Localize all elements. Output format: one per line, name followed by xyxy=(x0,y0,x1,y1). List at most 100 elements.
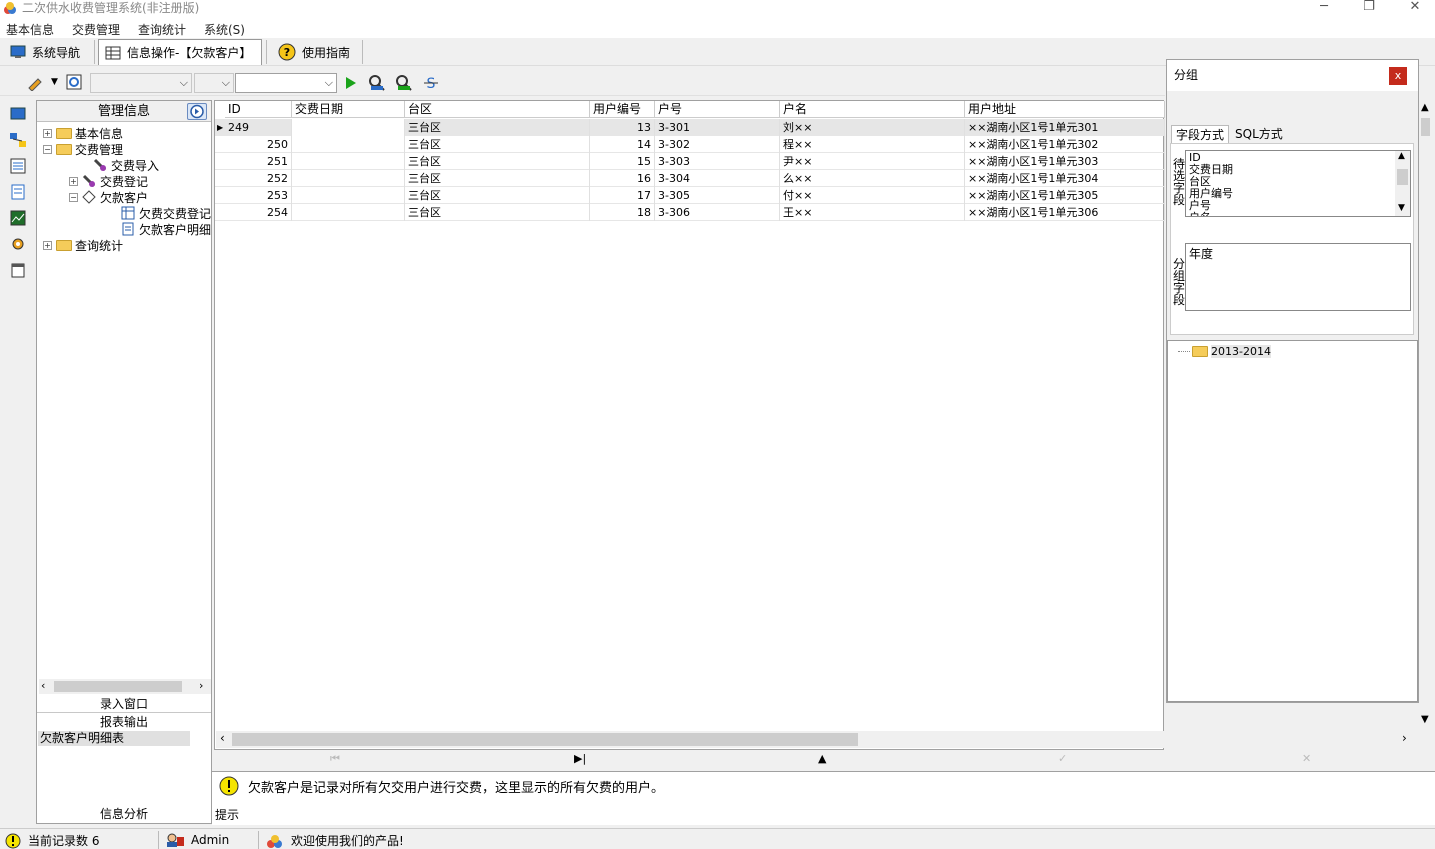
vertical-scrollbar[interactable]: ▲ ▼ xyxy=(1417,100,1434,731)
tab-sql-mode[interactable]: SQL方式 xyxy=(1231,125,1287,143)
dropdown-arrow-icon[interactable]: ▼ xyxy=(51,77,58,87)
cell-id[interactable]: 253 xyxy=(225,187,292,204)
cell-id[interactable]: 250 xyxy=(225,136,292,153)
column-header-area[interactable]: 台区 xyxy=(405,101,590,118)
table-row[interactable]: 250 三台区 14 3-302 程×× ××湖南小区1号1单元302 xyxy=(215,136,1165,153)
table-row[interactable]: 254 三台区 18 3-306 王×× ××湖南小区1号1单元306 xyxy=(215,204,1165,221)
field-item[interactable]: 用户编号 xyxy=(1189,188,1407,200)
pending-fields-list[interactable]: ID交费日期台区用户编号户号户名 ▲ ▼ xyxy=(1185,150,1411,217)
tree-node-arrears-register[interactable]: 欠费交费登记 xyxy=(121,205,211,221)
table-row[interactable]: 251 三台区 15 3-303 尹×× ××湖南小区1号1单元303 xyxy=(215,153,1165,170)
cell-id[interactable]: 251 xyxy=(225,153,292,170)
tree-node-payment-import[interactable]: 交费导入 xyxy=(93,157,159,173)
tree-node-payment-register[interactable]: + 交费登记 xyxy=(69,173,148,189)
nav-horizontal-scrollbar[interactable]: ‹ › xyxy=(39,679,211,694)
cell-date[interactable] xyxy=(292,153,405,170)
cell-no[interactable]: 13 xyxy=(590,119,655,136)
cell-date[interactable] xyxy=(292,119,405,136)
cell-addr[interactable]: ××湖南小区1号1单元305 xyxy=(965,187,1165,204)
group-field-item[interactable]: 年度 xyxy=(1189,245,1407,262)
pencil-icon[interactable] xyxy=(26,75,44,91)
scroll-thumb[interactable] xyxy=(1397,169,1408,185)
cell-unit[interactable]: 3-303 xyxy=(655,153,780,170)
menu-query[interactable]: 查询统计 xyxy=(138,21,186,38)
column-header-name[interactable]: 户名 xyxy=(780,101,965,118)
cell-area[interactable]: 三台区 xyxy=(405,187,590,204)
chevron-down-icon[interactable]: ▼ xyxy=(1398,203,1405,213)
last-record-icon[interactable]: ▶| xyxy=(574,752,586,765)
cell-area[interactable]: 三台区 xyxy=(405,204,590,221)
cell-date[interactable] xyxy=(292,136,405,153)
cell-addr[interactable]: ××湖南小区1号1单元303 xyxy=(965,153,1165,170)
cell-addr[interactable]: ××湖南小区1号1单元306 xyxy=(965,204,1165,221)
scroll-thumb[interactable] xyxy=(232,733,858,746)
group-tree-node[interactable]: 2013-2014 xyxy=(1178,343,1271,359)
report-item-arrears-detail[interactable]: 欠款客户明细表 xyxy=(38,731,190,746)
scroll-thumb[interactable] xyxy=(54,681,182,692)
cell-no[interactable]: 14 xyxy=(590,136,655,153)
cell-unit[interactable]: 3-305 xyxy=(655,187,780,204)
field-item[interactable]: 户号 xyxy=(1189,200,1407,212)
collapse-icon[interactable]: − xyxy=(43,144,52,154)
tree-node-arrears-detail[interactable]: 欠款客户明细 xyxy=(121,221,211,237)
group-fields-list[interactable]: 年度 xyxy=(1185,243,1411,311)
cell-addr[interactable]: ××湖南小区1号1单元302 xyxy=(965,136,1165,153)
cell-no[interactable]: 18 xyxy=(590,204,655,221)
menu-system[interactable]: 系统(S) xyxy=(204,21,245,38)
menu-basic-info[interactable]: 基本信息 xyxy=(6,21,54,38)
cell-id[interactable]: 249 xyxy=(225,119,292,136)
expand-icon[interactable]: + xyxy=(43,240,52,250)
field-item[interactable]: 交费日期 xyxy=(1189,164,1407,176)
chevron-up-icon[interactable]: ▲ xyxy=(1398,151,1405,161)
expand-icon[interactable]: + xyxy=(69,176,78,186)
tree-node-payment[interactable]: − 交费管理 xyxy=(43,141,123,157)
refresh-icon[interactable]: S xyxy=(422,74,440,92)
column-header-id[interactable]: ID xyxy=(225,101,292,118)
printer-icon[interactable] xyxy=(9,262,27,278)
chevron-right-icon[interactable]: › xyxy=(1402,731,1407,745)
operator-select[interactable]: ⌵ xyxy=(194,73,234,93)
list-scrollbar[interactable]: ▲ ▼ xyxy=(1395,151,1410,216)
tree-node-arrears[interactable]: − 欠款客户 xyxy=(69,189,148,205)
minimize-button[interactable]: ─ xyxy=(1309,0,1339,14)
run-icon[interactable] xyxy=(344,76,358,90)
cell-name[interactable]: 么×× xyxy=(780,170,965,187)
cell-no[interactable]: 16 xyxy=(590,170,655,187)
chevron-left-icon[interactable]: ‹ xyxy=(41,679,45,692)
cell-area[interactable]: 三台区 xyxy=(405,153,590,170)
menu-payment[interactable]: 交费管理 xyxy=(72,21,120,38)
insert-record-icon[interactable]: ▲ xyxy=(818,752,826,765)
cell-no[interactable]: 17 xyxy=(590,187,655,204)
grid-horizontal-scrollbar[interactable]: ‹ › xyxy=(216,731,1416,748)
chevron-left-icon[interactable]: ‹ xyxy=(220,731,225,745)
close-button[interactable]: ✕ xyxy=(1400,0,1430,14)
nav-section-report[interactable]: 报表输出 xyxy=(37,714,211,731)
tab-info-operation[interactable]: 信息操作-【欠款客户】 xyxy=(98,39,262,65)
cell-area[interactable]: 三台区 xyxy=(405,136,590,153)
cell-id[interactable]: 252 xyxy=(225,170,292,187)
cell-name[interactable]: 付×× xyxy=(780,187,965,204)
cell-unit[interactable]: 3-302 xyxy=(655,136,780,153)
first-record-icon[interactable]: ⏮ xyxy=(330,752,340,766)
column-header-date[interactable]: 交费日期 xyxy=(292,101,405,118)
column-header-address[interactable]: 用户地址 xyxy=(965,101,1165,118)
cell-name[interactable]: 刘×× xyxy=(780,119,965,136)
cell-name[interactable]: 程×× xyxy=(780,136,965,153)
value-select[interactable]: ⌵ xyxy=(235,73,337,93)
table-row[interactable]: 253 三台区 17 3-305 付×× ××湖南小区1号1单元305 xyxy=(215,187,1165,204)
settings-icon[interactable] xyxy=(9,236,27,252)
post-record-icon[interactable]: ✓ xyxy=(1058,752,1067,765)
maximize-button[interactable]: ❐ xyxy=(1354,0,1384,14)
cell-addr[interactable]: ××湖南小区1号1单元301 xyxy=(965,119,1165,136)
chevron-down-icon[interactable]: ▼ xyxy=(1421,714,1429,725)
collapse-nav-button[interactable] xyxy=(187,103,207,120)
chart-icon[interactable] xyxy=(9,210,27,226)
cell-unit[interactable]: 3-301 xyxy=(655,119,780,136)
cell-area[interactable]: 三台区 xyxy=(405,119,590,136)
tab-system-nav[interactable]: 系统导航 xyxy=(4,39,86,65)
cell-date[interactable] xyxy=(292,170,405,187)
chevron-up-icon[interactable]: ▲ xyxy=(1421,102,1429,113)
cell-name[interactable]: 尹×× xyxy=(780,153,965,170)
collapse-icon[interactable]: − xyxy=(69,192,78,202)
cell-name[interactable]: 王×× xyxy=(780,204,965,221)
